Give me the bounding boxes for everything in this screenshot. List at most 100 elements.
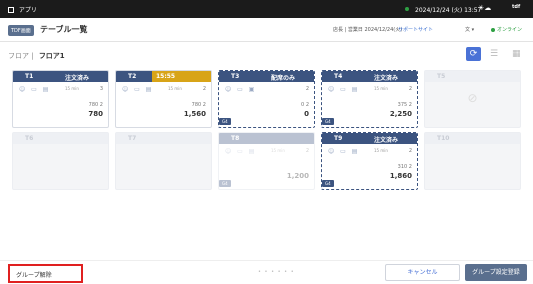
table-number: T8 (231, 135, 240, 142)
table-total: 0 (304, 110, 309, 118)
refresh-button[interactable]: ⟳ (466, 47, 481, 61)
app-label: アプリ (18, 7, 37, 14)
table-status: 注文済み (374, 137, 399, 144)
datetime: 2024/12/24 (火) 13:57 (415, 7, 482, 14)
table-number: T1 (25, 73, 34, 80)
check-circle-icon: ⊘ (467, 91, 478, 105)
table-action-icons: ☺ ▭ ▤ (328, 86, 360, 93)
table-card-t9[interactable]: T9 注文済み ☺ ▭ ▤ 15 min 2 310 2 1,860 G4 (321, 132, 418, 190)
elapsed-time: 15 min (65, 86, 79, 91)
table-card-header: T5 (425, 71, 520, 82)
tiles-icon: ▦ (512, 49, 521, 59)
group-badge: G4 (219, 118, 231, 125)
floor-toolbar: フロア | フロア1 ⟳ ☰ ▦ (0, 43, 533, 65)
table-card-t3[interactable]: T3 配席のみ ☺ ▭ ▣ 2 0 2 0 G4 (218, 70, 315, 128)
table-card-t5[interactable]: T5 ⊘ (424, 70, 521, 128)
guest-count: 2 (408, 86, 412, 92)
guest-count: 2 (305, 86, 309, 92)
unit-price-line: 0 2 (301, 102, 309, 108)
group-release-button[interactable]: グループ解除 (8, 264, 83, 283)
table-number: T7 (128, 135, 137, 142)
support-site-link[interactable]: サポートサイト (398, 26, 433, 33)
elapsed-time: 15 min (168, 86, 182, 91)
group-badge: G4 (219, 180, 231, 187)
table-card-t7[interactable]: T7 (115, 132, 212, 190)
table-card-header: T9 注文済み (322, 133, 417, 144)
table-card-t2[interactable]: T2 15:55 ☺ ▭ ▤ 15 min 2 780 2 1,560 (115, 70, 212, 128)
grid-icon (8, 7, 14, 13)
app-menu[interactable]: アプリ (8, 5, 37, 14)
language-selector[interactable]: 文 ▾ (465, 26, 474, 33)
elapsed-time: 15 min (374, 148, 388, 153)
table-total: 2,250 (389, 110, 412, 118)
table-status: 注文済み (65, 75, 90, 82)
guest-count: 3 (99, 86, 103, 92)
guest-count: 2 (202, 86, 206, 92)
guest-count: 2 (305, 148, 309, 154)
table-number: T6 (25, 135, 34, 142)
table-action-icons: ☺ ▭ ▤ (122, 86, 154, 93)
table-card-t10[interactable]: T10 (424, 132, 521, 190)
table-number: T4 (334, 73, 343, 80)
table-card-header: T4 注文済み (322, 71, 417, 82)
group-badge: G4 (322, 118, 334, 125)
table-card-header: T1 注文済み (13, 71, 108, 82)
connection-status-dot (405, 7, 409, 11)
page-header: TDF画面 テーブル一覧 店長 | 営業日 2024/12/24(火) サポート… (0, 18, 533, 42)
table-number: T3 (231, 73, 240, 80)
table-number: T10 (437, 135, 450, 142)
table-card-header: T6 (13, 133, 108, 144)
table-status: 注文済み (374, 75, 399, 82)
online-status-icon (491, 28, 495, 32)
user-badge[interactable]: tdf (512, 4, 520, 10)
table-total: 780 (88, 110, 103, 118)
table-action-icons: ☺ ▭ ▤ (328, 148, 360, 155)
table-card-t8[interactable]: T8 ☺ ▭ ▤ 15 min 2 1,200 G4 (218, 132, 315, 190)
breadcrumb-root[interactable]: フロア (8, 52, 29, 60)
unit-price-line: 780 2 (191, 102, 206, 108)
table-action-icons: ☺ ▭ ▣ (225, 86, 257, 93)
group-badge: G4 (322, 180, 334, 187)
action-footer: グループ解除 • • • • • • キャンセル グループ設定登録 (0, 260, 533, 284)
list-icon: ☰ (490, 49, 499, 59)
system-status-bar: アプリ 2024/12/24 (火) 13:57 ☀☁ tdf (0, 0, 533, 18)
table-card-t1[interactable]: T1 注文済み ☺ ▭ ▤ 15 min 3 780 2 780 (12, 70, 109, 128)
brand-tag: TDF画面 (8, 25, 34, 36)
table-number: T2 (128, 73, 137, 80)
table-action-icons: ☺ ▭ ▤ (225, 148, 257, 155)
table-total: 1,200 (286, 172, 309, 180)
table-card-header: T7 (116, 133, 211, 144)
group-settings-submit-button[interactable]: グループ設定登録 (465, 264, 527, 281)
table-total: 1,560 (183, 110, 206, 118)
table-status: 配席のみ (271, 75, 296, 82)
group-release-label: グループ解除 (16, 272, 52, 279)
table-card-header: T2 15:55 (116, 71, 211, 82)
tile-view-button[interactable]: ▦ (512, 49, 521, 59)
unit-price-line: 310 2 (397, 164, 412, 170)
table-card-header: T3 配席のみ (219, 71, 314, 82)
table-number: T9 (334, 135, 343, 142)
list-view-button[interactable]: ☰ (490, 49, 498, 59)
table-action-icons: ☺ ▭ ▤ (19, 86, 51, 93)
table-card-header: T8 (219, 133, 314, 144)
unit-price-line: 780 2 (88, 102, 103, 108)
online-status: オンライン (497, 27, 523, 33)
table-card-header: T10 (425, 133, 520, 144)
cancel-button[interactable]: キャンセル (385, 264, 460, 281)
store-info: 店長 | 営業日 2024/12/24(火) (333, 27, 403, 33)
page-indicator: • • • • • • (258, 269, 295, 275)
elapsed-time: 15 min (374, 86, 388, 91)
guest-count: 2 (408, 148, 412, 154)
table-card-t6[interactable]: T6 (12, 132, 109, 190)
page-title: テーブル一覧 (40, 25, 88, 34)
reservation-time: 15:55 (152, 71, 211, 82)
breadcrumb: フロア | フロア1 (8, 52, 65, 60)
table-total: 1,860 (389, 172, 412, 180)
table-number: T5 (437, 73, 446, 80)
table-grid: T1 注文済み ☺ ▭ ▤ 15 min 3 780 2 780 T2 15:5… (12, 70, 524, 250)
unit-price-line: 375 2 (397, 102, 412, 108)
table-card-t4[interactable]: T4 注文済み ☺ ▭ ▤ 15 min 2 375 2 2,250 G4 (321, 70, 418, 128)
elapsed-time: 15 min (271, 148, 285, 153)
breadcrumb-current: フロア1 (38, 52, 65, 60)
refresh-icon: ⟳ (469, 49, 478, 59)
